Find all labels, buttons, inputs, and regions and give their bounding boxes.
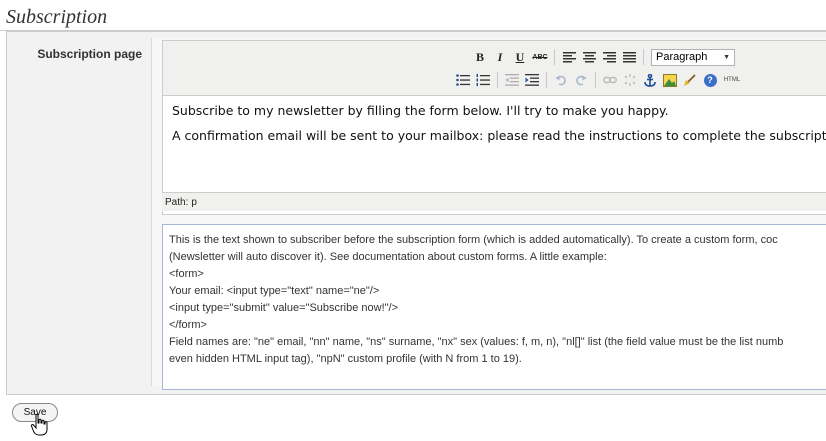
- help-icon[interactable]: ?: [701, 71, 719, 89]
- editor-content[interactable]: Subscribe to my newsletter by filling th…: [172, 103, 826, 153]
- help-line: This is the text shown to subscriber bef…: [169, 234, 778, 246]
- help-line: </form>: [169, 319, 207, 331]
- help-line: (Newsletter will auto discover it). See …: [169, 251, 607, 263]
- outdent-icon[interactable]: [503, 71, 521, 89]
- hand-pointer-icon: [30, 413, 48, 436]
- redo-icon[interactable]: [572, 71, 590, 89]
- editor-paragraph[interactable]: A confirmation email will be sent to you…: [172, 128, 826, 144]
- underline-button[interactable]: U: [511, 48, 529, 66]
- chevron-down-icon: ▼: [723, 53, 730, 61]
- toolbar-separator: [643, 49, 644, 65]
- path-label: Path:: [165, 197, 189, 208]
- block-format-select[interactable]: Paragraph ▼: [651, 48, 735, 66]
- editor-paragraph[interactable]: Subscribe to my newsletter by filling th…: [172, 103, 826, 119]
- help-line: <form>: [169, 268, 204, 280]
- bold-button[interactable]: B: [471, 48, 489, 66]
- section-title: Subscription: [6, 6, 108, 28]
- indent-icon[interactable]: [523, 71, 541, 89]
- editor-toolbar: B I U ABC Paragraph ▼ ? HTML: [163, 41, 826, 96]
- align-left-icon[interactable]: [560, 48, 578, 66]
- image-icon[interactable]: [661, 71, 679, 89]
- html-source-button[interactable]: HTML: [721, 71, 743, 89]
- help-line: Field names are: "ne" email, "nn" name, …: [169, 336, 784, 348]
- help-text-box: This is the text shown to subscriber bef…: [162, 224, 826, 390]
- help-glyph: ?: [703, 73, 717, 87]
- help-line: Your email: <input type="text" name="ne"…: [169, 285, 380, 297]
- unlink-icon[interactable]: [621, 71, 639, 89]
- align-justify-icon[interactable]: [620, 48, 638, 66]
- block-format-value: Paragraph: [656, 51, 708, 63]
- bullet-list-icon[interactable]: [454, 71, 472, 89]
- align-center-icon[interactable]: [580, 48, 598, 66]
- numbered-list-icon[interactable]: [474, 71, 492, 89]
- rich-text-editor: B I U ABC Paragraph ▼ ? HTML Subscribe t…: [162, 40, 826, 215]
- editor-path-bar: Path: p: [162, 192, 826, 211]
- path-element-link[interactable]: p: [191, 197, 197, 208]
- italic-button[interactable]: I: [491, 48, 509, 66]
- toolbar-row-1: B I U ABC Paragraph ▼: [471, 47, 735, 67]
- help-line: <input type="submit" value="Subscribe no…: [169, 302, 399, 314]
- undo-icon[interactable]: [552, 71, 570, 89]
- toolbar-separator: [497, 72, 498, 88]
- strikethrough-button[interactable]: ABC: [531, 48, 549, 66]
- anchor-icon[interactable]: [641, 71, 659, 89]
- cleanup-icon[interactable]: [681, 71, 699, 89]
- toolbar-row-2: ? HTML: [454, 70, 743, 90]
- toolbar-separator: [595, 72, 596, 88]
- link-icon[interactable]: [601, 71, 619, 89]
- help-line: even hidden HTML input tag), "npN" custo…: [169, 353, 522, 365]
- subscription-page-label: Subscription page: [37, 47, 142, 61]
- align-right-icon[interactable]: [600, 48, 618, 66]
- toolbar-separator: [554, 49, 555, 65]
- toolbar-separator: [546, 72, 547, 88]
- help-text: This is the text shown to subscriber bef…: [169, 232, 783, 368]
